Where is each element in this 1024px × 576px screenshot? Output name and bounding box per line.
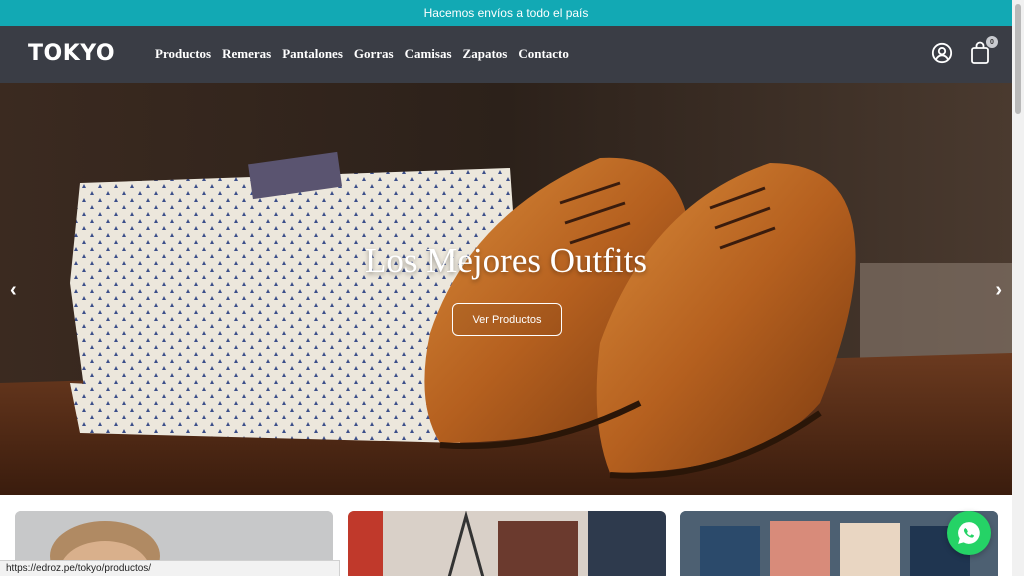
category-image-2 bbox=[348, 511, 666, 576]
status-bar-url: https://edroz.pe/tokyo/productos/ bbox=[0, 560, 340, 576]
nav-remeras[interactable]: Remeras bbox=[222, 46, 271, 62]
hero-image bbox=[0, 83, 1012, 495]
chevron-left-icon: ‹ bbox=[10, 279, 17, 301]
announcement-bar: Hacemos envíos a todo el país bbox=[0, 0, 1012, 26]
category-card-2[interactable] bbox=[348, 511, 666, 576]
main-menu: Productos Remeras Pantalones Gorras Cami… bbox=[155, 46, 569, 62]
brand-logo[interactable]: TOKYO bbox=[28, 41, 115, 66]
user-icon bbox=[931, 42, 953, 64]
cart-button[interactable]: 0 bbox=[968, 36, 998, 67]
nav-pantalones[interactable]: Pantalones bbox=[282, 46, 343, 62]
whatsapp-icon bbox=[958, 522, 980, 544]
ver-productos-button[interactable]: Ver Productos bbox=[452, 303, 562, 336]
nav-contacto[interactable]: Contacto bbox=[518, 46, 569, 62]
page-scrollbar[interactable] bbox=[1012, 0, 1024, 576]
account-button[interactable] bbox=[930, 39, 954, 67]
whatsapp-button[interactable] bbox=[947, 511, 991, 555]
nav-gorras[interactable]: Gorras bbox=[354, 46, 394, 62]
navbar: TOKYO Productos Remeras Pantalones Gorra… bbox=[0, 26, 1012, 83]
nav-camisas[interactable]: Camisas bbox=[405, 46, 452, 62]
chevron-right-icon: › bbox=[995, 279, 1002, 301]
hero-title: Los Mejores Outfits bbox=[365, 241, 647, 280]
cart-count-badge: 0 bbox=[986, 36, 998, 48]
scrollbar-thumb[interactable] bbox=[1015, 4, 1021, 114]
nav-productos[interactable]: Productos bbox=[155, 46, 211, 62]
hero-carousel: ‹ Los Mejores Outfits Ver Productos › bbox=[0, 83, 1012, 495]
nav-icons: 0 bbox=[930, 36, 998, 67]
nav-zapatos[interactable]: Zapatos bbox=[463, 46, 508, 62]
announcement-text: Hacemos envíos a todo el país bbox=[423, 6, 589, 20]
carousel-prev-button[interactable]: ‹ bbox=[10, 279, 17, 302]
carousel-next-button[interactable]: › bbox=[995, 279, 1002, 302]
